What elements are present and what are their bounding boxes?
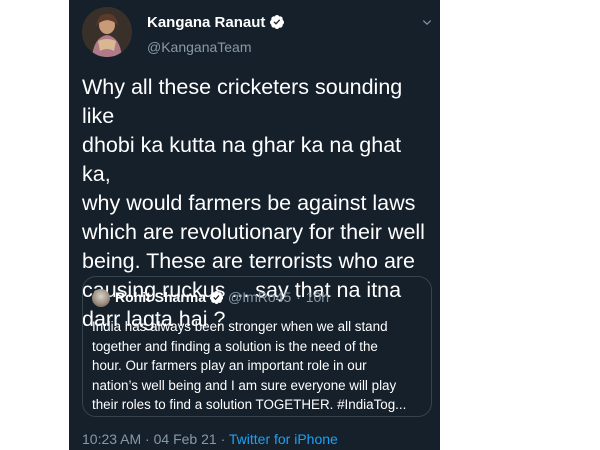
- chevron-down-icon[interactable]: [420, 16, 434, 30]
- author-name-text[interactable]: Kangana Ranaut: [147, 14, 265, 31]
- quoted-time: 10h: [305, 289, 330, 305]
- quoted-tweet[interactable]: Rohit Sharma @ImRo45 · 10h India has alw…: [82, 276, 432, 417]
- quoted-author-handle: @ImRo45: [228, 289, 292, 305]
- quoted-separator: ·: [296, 289, 301, 305]
- footer-separator: ·: [145, 431, 150, 447]
- author-name[interactable]: Kangana Ranaut: [147, 14, 285, 32]
- avatar-image: [82, 7, 132, 57]
- verified-badge-icon: [270, 15, 285, 29]
- tweet-date[interactable]: 04 Feb 21: [154, 431, 217, 447]
- tweet-time[interactable]: 10:23 AM: [82, 431, 141, 447]
- verified-badge-icon: [209, 290, 224, 305]
- quoted-tweet-text: India has always been stronger when we a…: [92, 319, 407, 413]
- quoted-author-header: Rohit Sharma @ImRo45 · 10h: [115, 289, 329, 306]
- tweet-card: Kangana Ranaut @KanganaTeam Why all thes…: [69, 0, 440, 450]
- quoted-author-avatar: [92, 289, 110, 307]
- tweet-source-link[interactable]: Twitter for iPhone: [229, 431, 338, 447]
- tweet-footer: 10:23 AM · 04 Feb 21 · Twitter for iPhon…: [82, 431, 338, 448]
- quoted-author-name: Rohit Sharma: [115, 289, 207, 305]
- footer-separator-2: ·: [220, 431, 226, 447]
- author-avatar[interactable]: [82, 7, 132, 57]
- author-handle[interactable]: @KanganaTeam: [147, 38, 252, 56]
